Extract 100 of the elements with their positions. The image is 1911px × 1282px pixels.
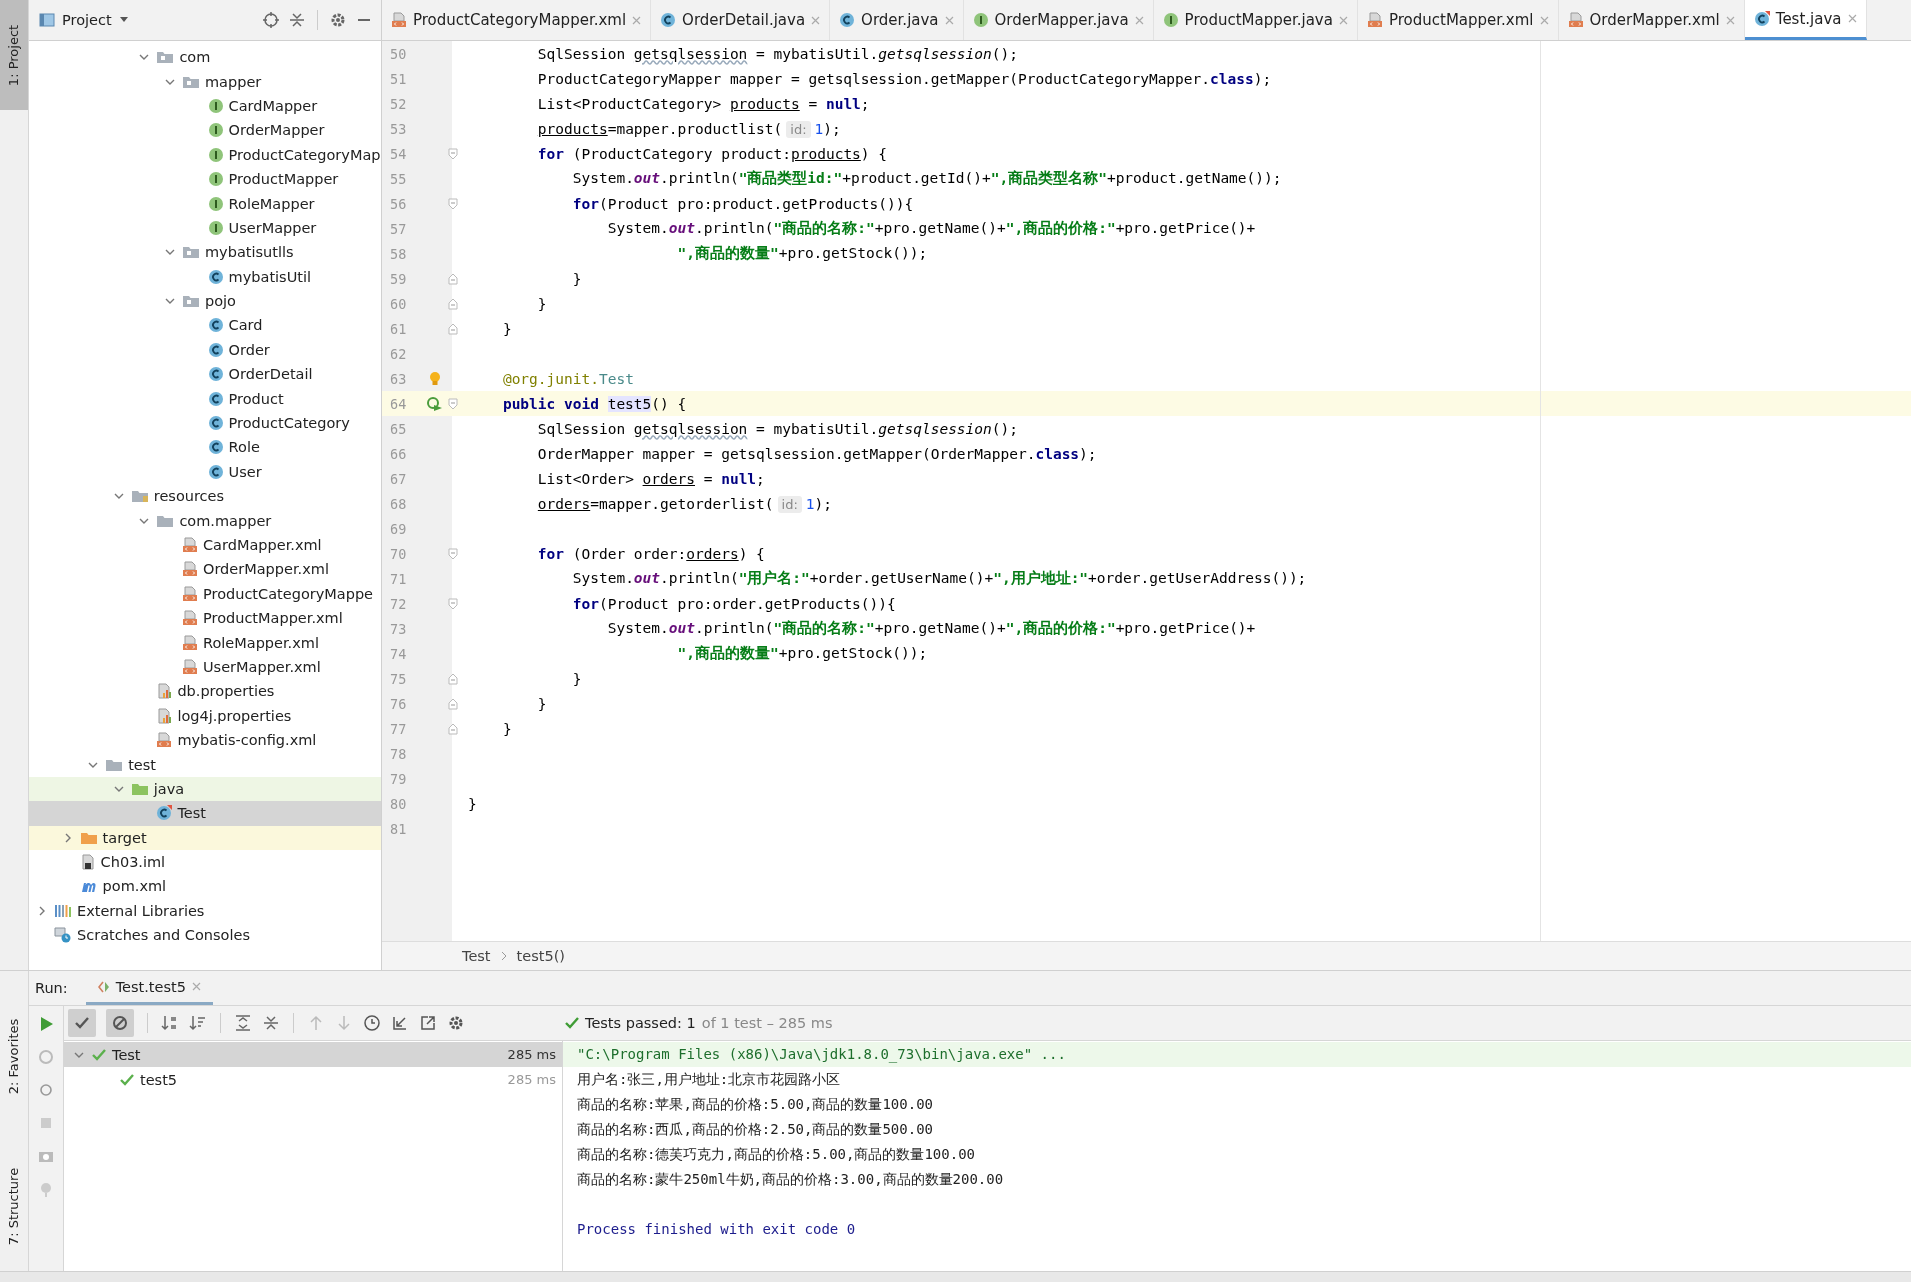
fold-icon[interactable] [448,697,458,710]
editor-tab[interactable]: ProductMapper.xml [1357,0,1559,40]
run-test-icon[interactable] [427,395,443,412]
panel-title[interactable]: Project [39,12,129,28]
line-number: 63 [389,370,408,387]
tree-item[interactable]: UserMapper [29,215,381,241]
tree-item[interactable]: ProductCategoryMap [29,142,381,167]
side-tab[interactable]: 1: Project [0,0,28,110]
close-icon[interactable] [944,15,954,25]
locate-icon[interactable] [262,11,280,29]
tree-item[interactable]: com [29,45,381,70]
tree-item[interactable]: ProductMapper [29,166,381,192]
fold-icon[interactable] [448,672,458,685]
sort-duration-icon[interactable] [189,1014,207,1033]
close-icon[interactable] [1847,14,1857,23]
close-icon[interactable] [1338,15,1348,25]
check-icon [565,1016,579,1031]
editor-tab[interactable]: ProductMapper.java [1153,0,1358,40]
line-number: 54 [389,145,408,162]
tree-item[interactable]: Product [29,386,381,411]
tree-item[interactable]: OrderMapper.xml [29,557,381,582]
close-icon[interactable] [1539,15,1549,25]
history-icon[interactable] [363,1014,381,1033]
editor-tab[interactable]: Test.java [1744,0,1867,40]
tree-item[interactable]: resources [29,484,381,509]
tree-item[interactable]: OrderDetail [29,362,381,387]
tree-item[interactable]: User [29,459,381,485]
test-result-row[interactable]: test5 285 ms [64,1067,562,1093]
editor-tab[interactable]: OrderDetail.java [651,0,831,40]
show-ignored-toggle[interactable] [106,1009,134,1038]
expand-all-icon[interactable] [234,1014,252,1033]
settings-icon[interactable] [329,11,347,29]
line-number: 68 [389,495,408,512]
tree-item[interactable]: mybatisutlls [29,240,381,265]
import-icon[interactable] [391,1014,409,1033]
breadcrumb-item[interactable]: test5() [516,948,565,965]
tree-item[interactable]: mybatis-config.xml [29,727,381,753]
code-line: OrderMapper mapper = getsqlsession.getMapper(OrderMapper.class); [536,445,1097,462]
close-icon[interactable] [191,982,201,992]
editor-tab[interactable]: Order.java [830,0,964,40]
tree-item[interactable]: ProductCategory [29,410,381,436]
line-number: 59 [389,270,408,287]
close-icon[interactable] [1134,15,1144,25]
lightbulb-icon[interactable] [429,370,441,387]
class-icon [207,268,224,285]
side-tab[interactable]: 2: Favorites [0,991,28,1122]
tree-item[interactable]: CardMapper.xml [29,532,381,558]
line-number: 60 [389,295,408,312]
fold-icon[interactable] [448,147,458,160]
fold-icon[interactable] [448,397,458,410]
tree-item[interactable]: Card [29,313,381,338]
tree-item[interactable]: Scratches and Consoles [29,923,381,948]
run-icon[interactable] [38,1016,54,1033]
fold-icon[interactable] [448,722,458,735]
show-passed-toggle[interactable] [68,1009,96,1038]
export-icon[interactable] [419,1014,437,1033]
editor-tab[interactable]: OrderMapper.xml [1558,0,1745,40]
close-icon[interactable] [1725,15,1735,25]
fold-icon[interactable] [448,322,458,335]
tree-item[interactable]: Ch03.iml [29,849,381,875]
tree-item[interactable]: ProductCategoryMappe [29,581,381,606]
tree-item[interactable]: pom.xml [29,874,381,899]
fold-icon[interactable] [448,197,458,210]
tree-item[interactable]: OrderMapper [29,118,381,143]
tree-item[interactable]: RoleMapper [29,191,381,216]
tree-item[interactable]: test [29,752,381,777]
breadcrumb-item[interactable]: Test [462,948,491,965]
test-result-row[interactable]: Test 285 ms [64,1042,562,1068]
sort-alpha-icon[interactable] [161,1014,179,1033]
collapse-all-icon[interactable] [288,11,306,29]
editor-tab[interactable]: ProductCategoryMapper.xml [382,0,652,40]
class-icon [207,390,224,407]
console-exit-line: Process finished with exit code 0 [577,1220,857,1240]
tree-item[interactable]: target [29,825,381,850]
tree-item[interactable]: ProductMapper.xml [29,606,381,631]
fold-icon[interactable] [448,597,458,610]
tree-item[interactable]: External Libraries [29,898,381,924]
tree-item[interactable]: RoleMapper.xml [29,630,381,655]
tree-item[interactable]: mybatisUtil [29,264,381,289]
code-line: } [536,295,547,312]
tree-item[interactable]: Order [29,337,381,363]
fold-icon[interactable] [448,297,458,310]
tree-item[interactable]: Role [29,435,381,460]
tree-item[interactable]: log4j.properties [29,703,381,728]
close-icon[interactable] [632,15,642,25]
tree-item[interactable]: mapper [29,69,381,94]
tree-item[interactable]: java [29,776,381,802]
fold-icon[interactable] [448,272,458,285]
tree-item[interactable]: com.mapper [29,508,381,533]
editor-tab[interactable]: OrderMapper.java [963,0,1154,40]
down-arrow-icon[interactable] [335,1014,353,1033]
side-tab[interactable]: 7: Structure [0,1141,28,1272]
tree-item[interactable]: Test [29,801,381,826]
code-line: } [467,795,477,812]
close-icon[interactable] [811,15,821,25]
tree-item[interactable]: CardMapper [29,93,381,119]
tree-item[interactable]: db.properties [29,679,381,704]
fold-icon[interactable] [448,547,458,560]
tree-item[interactable]: pojo [29,288,381,314]
tree-item[interactable]: UserMapper.xml [29,654,381,680]
